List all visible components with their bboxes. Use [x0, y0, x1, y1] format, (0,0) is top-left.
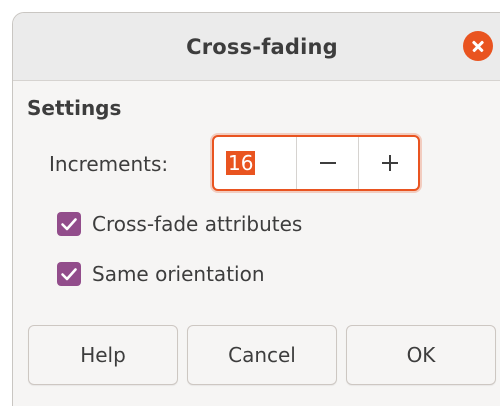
plus-icon[interactable]: [358, 137, 420, 189]
cross-fade-attributes-checkbox[interactable]: [57, 212, 81, 236]
same-orientation-checkbox[interactable]: [57, 262, 81, 286]
increments-label: Increments:: [49, 152, 169, 176]
title-bar: Cross-fading: [13, 13, 500, 81]
cross-fading-dialog: Cross-fading Settings Increments: 16 Cro…: [12, 12, 500, 406]
settings-heading: Settings: [27, 96, 122, 120]
cancel-button[interactable]: Cancel: [187, 325, 337, 385]
increments-value[interactable]: 16: [226, 151, 256, 175]
checkmark-icon: [61, 218, 77, 231]
cross-fade-attributes-label: Cross-fade attributes: [92, 212, 303, 236]
increments-spinbox[interactable]: 16: [212, 135, 420, 191]
same-orientation-label: Same orientation: [92, 262, 265, 286]
minus-icon[interactable]: [296, 137, 358, 189]
checkmark-icon: [61, 268, 77, 281]
dialog-title: Cross-fading: [186, 35, 338, 59]
close-icon[interactable]: [463, 31, 493, 61]
help-button[interactable]: Help: [28, 325, 178, 385]
ok-button[interactable]: OK: [346, 325, 496, 385]
